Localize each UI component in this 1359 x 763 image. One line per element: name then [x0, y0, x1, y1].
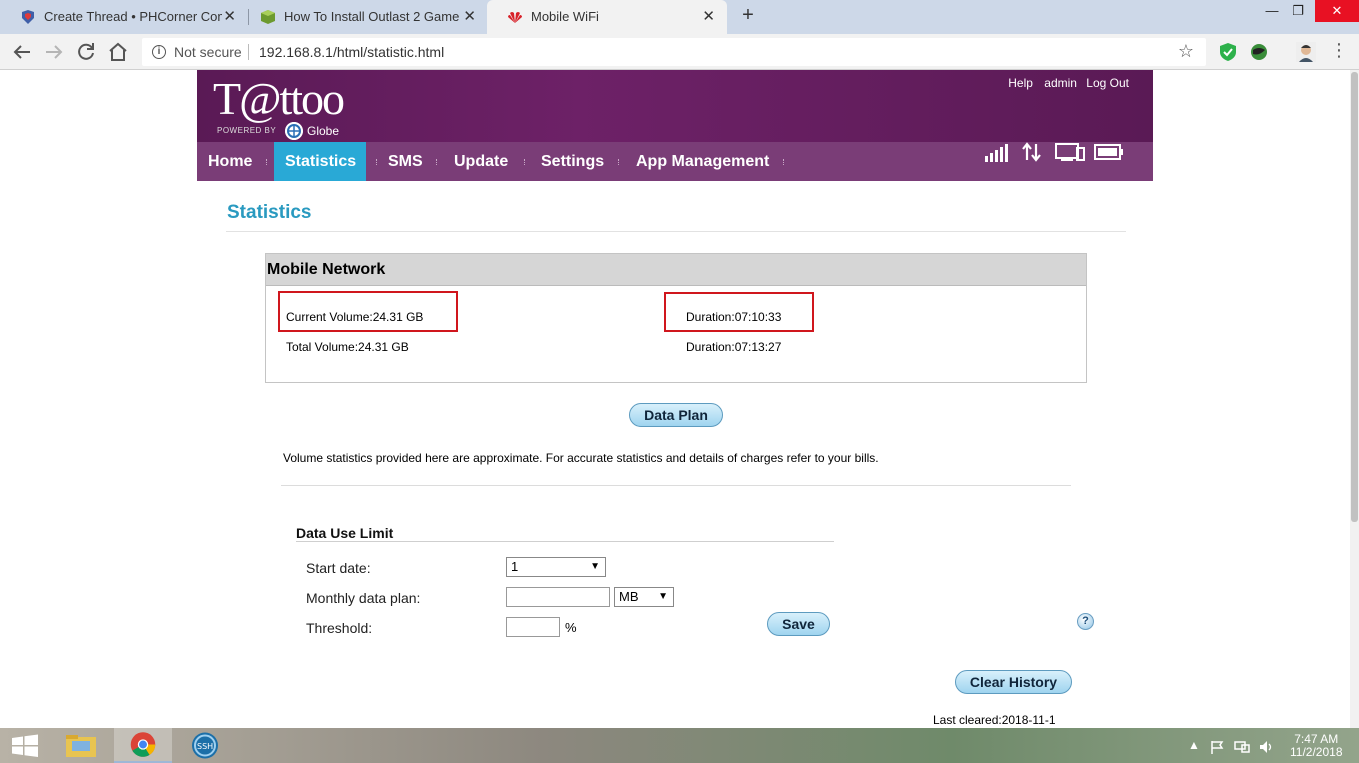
tab-phcorner[interactable]: Create Thread • PHCorner Comm ✕ — [0, 0, 248, 34]
nav-divider — [783, 159, 785, 165]
volume-speaker-icon[interactable] — [1259, 740, 1275, 754]
tab-title: How To Install Outlast 2 Game W — [284, 9, 460, 24]
ssh-client-icon[interactable]: SSH — [176, 728, 234, 763]
nav-app-management[interactable]: App Management — [625, 142, 780, 181]
percent-sign: % — [565, 620, 577, 635]
tray-expand-icon[interactable]: ▲ — [1188, 738, 1200, 752]
file-explorer-icon[interactable] — [52, 728, 110, 763]
monthly-plan-input[interactable] — [506, 587, 610, 607]
huawei-favicon-icon — [508, 12, 522, 23]
title-divider — [226, 231, 1126, 232]
svg-text:SSH: SSH — [197, 742, 213, 751]
tab-close-icon[interactable]: ✕ — [223, 0, 236, 34]
new-tab-button[interactable]: + — [736, 4, 760, 27]
total-duration: Duration:07:13:27 — [686, 340, 782, 354]
nav-divider — [436, 159, 438, 165]
section-divider — [281, 485, 1071, 486]
nav-divider — [266, 159, 268, 165]
dropdown-arrow-icon: ▼ — [658, 591, 668, 602]
tab-title: Create Thread • PHCorner Comm — [44, 9, 222, 24]
highlight-box-volume — [278, 291, 458, 332]
tattoo-logo[interactable]: T@ttoo — [213, 72, 345, 125]
save-button[interactable]: Save — [767, 612, 830, 636]
connected-device-icon — [1055, 143, 1085, 161]
volume-disclaimer: Volume statistics provided here are appr… — [283, 451, 879, 465]
maximize-button[interactable]: ❐ — [1281, 0, 1315, 22]
chrome-taskbar-icon[interactable] — [114, 728, 172, 763]
page-title: Statistics — [227, 202, 312, 223]
last-cleared-date: Last cleared:2018-11-1 — [933, 713, 1056, 727]
clear-history-button[interactable]: Clear History — [955, 670, 1072, 694]
router-header: T@ttoo POWERED BY Globe Help admin Log O… — [197, 70, 1153, 142]
security-status: Not secure — [174, 44, 242, 60]
threshold-input[interactable] — [506, 617, 560, 637]
nav-divider — [618, 159, 620, 165]
data-transfer-icon — [1022, 142, 1041, 162]
help-question-icon[interactable]: ? — [1077, 613, 1094, 630]
omnibox-separator — [248, 44, 249, 60]
unit-select[interactable]: MB ▼ — [614, 587, 674, 607]
total-volume: Total Volume:24.31 GB — [286, 340, 409, 354]
shield-extension-icon[interactable] — [1218, 42, 1238, 62]
outlast-favicon-icon — [261, 10, 275, 24]
monthly-plan-label: Monthly data plan: — [306, 590, 421, 606]
nav-sms[interactable]: SMS — [377, 142, 434, 181]
reload-icon[interactable] — [74, 40, 98, 64]
highlight-box-duration — [664, 292, 814, 332]
system-clock[interactable]: 7:47 AM 11/2/2018 — [1290, 733, 1343, 759]
profile-avatar-icon[interactable] — [1296, 41, 1316, 63]
globe-logo-icon — [285, 122, 303, 140]
powered-by-label: POWERED BY — [217, 126, 277, 135]
data-use-limit-heading: Data Use Limit — [296, 525, 394, 541]
battery-icon — [1094, 144, 1123, 160]
partner-name: Globe — [307, 124, 340, 138]
browser-menu-icon[interactable]: ⋮ — [1330, 40, 1348, 61]
data-use-limit-divider — [296, 541, 834, 542]
info-icon[interactable]: i — [152, 45, 166, 59]
start-date-select[interactable]: 1 ▼ — [506, 557, 606, 577]
globe-extension-icon[interactable] — [1249, 42, 1269, 62]
dropdown-arrow-icon: ▼ — [590, 561, 600, 572]
close-window-button[interactable]: ✕ — [1315, 0, 1359, 22]
threshold-label: Threshold: — [306, 620, 373, 636]
windows-start-icon[interactable] — [0, 728, 50, 763]
help-link[interactable]: Help — [1008, 76, 1033, 90]
unit-value: MB — [619, 589, 639, 604]
tab-close-icon[interactable]: ✕ — [702, 0, 715, 34]
tab-strip: Create Thread • PHCorner Comm ✕ How To I… — [0, 0, 1359, 34]
tab-outlast[interactable]: How To Install Outlast 2 Game W ✕ — [240, 0, 488, 34]
tab-title: Mobile WiFi — [531, 9, 599, 24]
phcorner-favicon-icon — [22, 10, 34, 24]
signal-strength-icon — [985, 144, 1008, 162]
panel-heading: Mobile Network — [266, 254, 1086, 286]
back-arrow-icon[interactable] — [10, 40, 34, 64]
tab-mobile-wifi[interactable]: Mobile WiFi ✕ — [487, 0, 727, 34]
nav-update[interactable]: Update — [443, 142, 519, 181]
header-links: Help admin Log Out — [1000, 76, 1129, 90]
action-center-flag-icon[interactable] — [1210, 740, 1224, 754]
tab-close-icon[interactable]: ✕ — [463, 0, 476, 34]
address-bar[interactable]: i Not secure 192.168.8.1/html/statistic.… — [142, 38, 1206, 66]
logout-link[interactable]: Log Out — [1086, 76, 1129, 90]
nav-settings[interactable]: Settings — [530, 142, 615, 181]
home-icon[interactable] — [106, 40, 130, 64]
browser-toolbar: i Not secure 192.168.8.1/html/statistic.… — [0, 34, 1359, 70]
main-nav: Home Statistics SMS Update Settings App … — [197, 142, 1153, 181]
nav-divider — [524, 159, 526, 165]
forward-arrow-icon[interactable] — [42, 40, 66, 64]
start-date-label: Start date: — [306, 560, 371, 576]
bookmark-star-icon[interactable]: ☆ — [1178, 41, 1194, 62]
clock-date: 11/2/2018 — [1290, 745, 1343, 759]
network-status-icon[interactable] — [1234, 740, 1250, 754]
scrollbar-thumb[interactable] — [1351, 72, 1358, 522]
url-text[interactable]: 192.168.8.1/html/statistic.html — [259, 44, 444, 60]
admin-user: admin — [1044, 76, 1077, 90]
windows-taskbar: SSH ▲ 7:47 AM 11/2/2018 — [0, 728, 1359, 763]
data-plan-button[interactable]: Data Plan — [629, 403, 723, 427]
nav-statistics[interactable]: Statistics — [274, 142, 366, 181]
start-date-value: 1 — [511, 559, 519, 574]
page-scrollbar[interactable] — [1350, 70, 1359, 728]
nav-home[interactable]: Home — [197, 142, 263, 181]
